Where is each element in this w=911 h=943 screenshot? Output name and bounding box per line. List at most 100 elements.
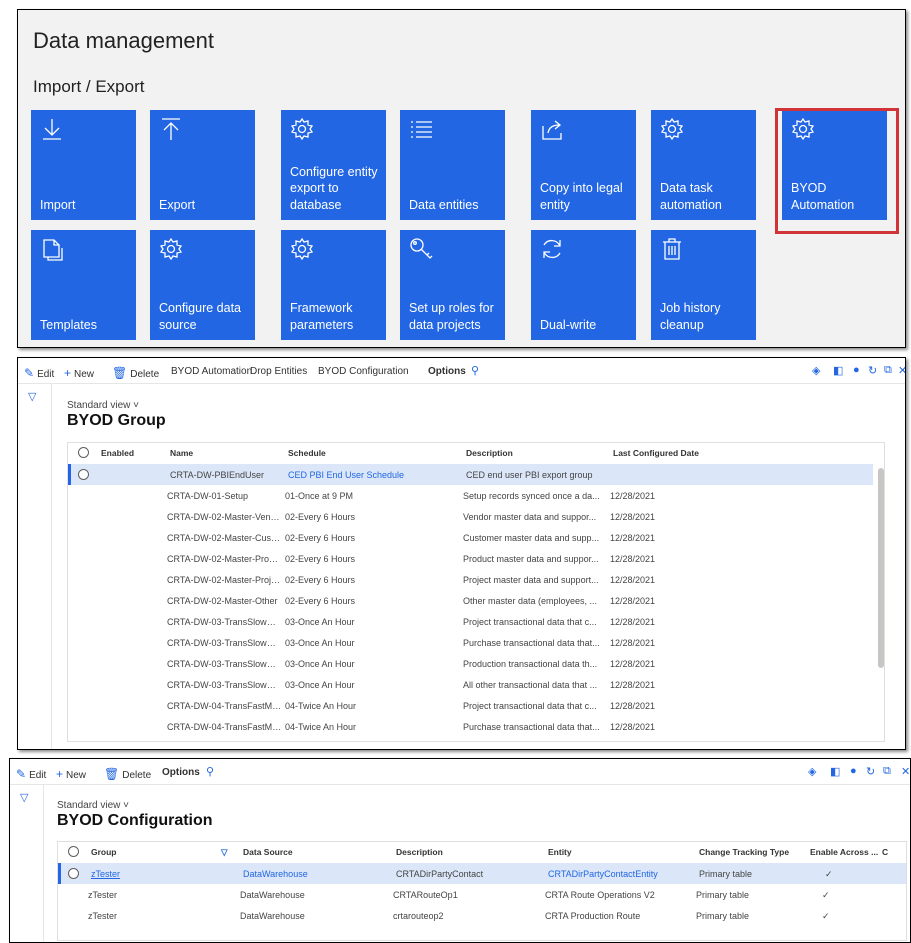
refresh-icon[interactable]: ↻ [866, 765, 875, 778]
tile-job-history-cleanup[interactable]: Job history cleanup [651, 230, 756, 340]
edit-button[interactable]: ✎ Edit [16, 767, 46, 781]
col-change-tracking[interactable]: Change Tracking Type [699, 847, 789, 857]
row-data-source: DataWarehouse [240, 911, 305, 921]
tile-copy-into-legal-entity[interactable]: Copy into legal entity [531, 110, 636, 220]
row-schedule: 02-Every 6 Hours [285, 575, 356, 585]
close-icon[interactable]: ✕ [898, 364, 905, 377]
row-schedule[interactable]: CED PBI End User Schedule [288, 470, 428, 480]
row-description: CED end user PBI export group [466, 470, 593, 480]
table-row[interactable]: CRTA-DW-03-TransSlowMoving...03-Once An … [68, 611, 873, 632]
table-row[interactable]: CRTA-DW-02-Master-Other 02-Every 6 Hours O… [68, 590, 873, 611]
scrollbar[interactable] [878, 468, 884, 668]
download-icon [39, 116, 65, 142]
col-description[interactable]: Description [396, 847, 443, 857]
office-icon[interactable]: ◧ [830, 765, 840, 778]
tile-configure-entity-export[interactable]: Configure entity export to database [281, 110, 386, 220]
view-selector[interactable]: Standard view ˅ [57, 800, 129, 811]
tile-set-up-roles[interactable]: Set up roles for data projects [400, 230, 505, 340]
action-bar: ✎ Edit + New 🗑 Delete BYOD Automation Drop … [18, 358, 905, 384]
table-row[interactable]: CRTA-DW-02-Master-Project 02-Every 6 Hour… [68, 569, 873, 590]
col-schedule[interactable]: Schedule [288, 448, 326, 458]
close-icon[interactable]: ✕ [901, 765, 910, 778]
tile-import[interactable]: Import [31, 110, 136, 220]
tile-export[interactable]: Export [150, 110, 255, 220]
new-button[interactable]: + New [64, 366, 94, 380]
select-all-radio[interactable] [68, 846, 79, 857]
tile-data-task-automation[interactable]: Data task automation [651, 110, 756, 220]
popout-icon[interactable]: ⧉ [883, 765, 891, 778]
col-group[interactable]: Group [91, 847, 117, 857]
byod-configuration-button[interactable]: BYOD Configuration [318, 366, 409, 377]
search-icon[interactable]: ⚲ [206, 765, 214, 778]
row-name: CRTA-DW-04-TransFastMoving-... [167, 701, 282, 711]
col-last-configured[interactable]: Last Configured Date [613, 448, 699, 458]
row-radio[interactable] [78, 469, 89, 480]
table-row[interactable]: CRTA-DW-02-Master-Customer 02-Every 6 Hou… [68, 527, 873, 548]
key-icon [408, 236, 434, 262]
row-group: zTester [88, 911, 118, 921]
new-button[interactable]: + New [56, 767, 86, 781]
sync-icon [539, 236, 565, 262]
select-all-radio[interactable] [78, 447, 89, 458]
table-row[interactable]: CRTA-DW-02-Master-Product 02-Every 6 Hour… [68, 548, 873, 569]
row-name: CRTA-DW-02-Master-Project [167, 575, 282, 585]
filter-icon[interactable]: ▽ [28, 390, 36, 403]
tile-label: Configure entity export to database [290, 164, 378, 212]
table-row[interactable]: CRTA-DW-PBIEndUser CED PBI End User Sched… [68, 464, 873, 485]
row-entity[interactable]: CRTADirPartyContactEntity [548, 869, 693, 879]
office-icon[interactable]: ◧ [833, 364, 843, 377]
row-name: CRTA-DW-02-Master-Vendor [167, 512, 282, 522]
tile-data-entities[interactable]: Data entities [400, 110, 505, 220]
table-row[interactable]: zTester DataWarehouse crtarouteop2 CRTA Pro… [58, 905, 906, 926]
popout-icon[interactable]: ⧉ [884, 364, 892, 377]
row-date: 12/28/2021 [610, 659, 656, 669]
row-data-source: DataWarehouse [240, 890, 305, 900]
tile-dual-write[interactable]: Dual-write [531, 230, 636, 340]
col-extra[interactable]: C [882, 847, 888, 857]
tile-framework-parameters[interactable]: Framework parameters [281, 230, 386, 340]
options-tab[interactable]: Options [162, 767, 200, 778]
table-row[interactable]: CRTA-DW-03-TransSlowMoving...03-Once An … [68, 632, 873, 653]
tile-configure-data-source[interactable]: Configure data source [150, 230, 255, 340]
delete-button[interactable]: 🗑 Delete [112, 366, 159, 380]
table-row[interactable]: CRTA-DW-03-TransSlowMoving...03-Once An … [68, 653, 873, 674]
table-row[interactable]: CRTA-DW-04-TransFastMoving-...04-Twice A… [68, 716, 873, 737]
filter-icon[interactable]: ▽ [20, 791, 28, 804]
col-description[interactable]: Description [466, 448, 513, 458]
table-row[interactable]: CRTA-DW-03-TransSlowMoving...03-Once An … [68, 674, 873, 695]
filter-pane: ▽ [18, 384, 52, 749]
options-tab[interactable]: Options [428, 366, 466, 377]
tile-templates[interactable]: Templates [31, 230, 136, 340]
col-data-source[interactable]: Data Source [243, 847, 293, 857]
delete-button[interactable]: 🗑 Delete [104, 767, 151, 781]
table-row[interactable]: CRTA-DW-04-TransFastMoving-...04-Twice A… [68, 695, 873, 716]
refresh-icon[interactable]: ↻ [868, 364, 877, 377]
gear-icon [158, 236, 184, 262]
byod-config-grid: Group ▽ Data Source Description Entity C… [57, 841, 907, 941]
notification-icon[interactable]: ● [853, 364, 860, 376]
col-name[interactable]: Name [170, 448, 193, 458]
table-row[interactable]: zTester DataWarehouse CRTARouteOp1 CRTA Rou… [58, 884, 906, 905]
col-enable-across[interactable]: Enable Across ... [810, 847, 878, 857]
col-enabled[interactable]: Enabled [101, 448, 134, 458]
row-description: CRTADirPartyContact [396, 869, 484, 879]
notification-icon[interactable]: ● [850, 765, 857, 777]
table-row[interactable]: zTester DataWarehouse CRTADirPartyContact C… [58, 863, 906, 884]
diamond-icon[interactable]: ◈ [808, 765, 816, 778]
row-date: 12/28/2021 [610, 512, 656, 522]
row-date: 12/28/2021 [610, 491, 656, 501]
edit-button[interactable]: ✎ Edit [24, 366, 54, 380]
row-radio[interactable] [68, 868, 79, 879]
grid-header: Enabled Name Schedule Description Last C… [68, 443, 884, 462]
search-icon[interactable]: ⚲ [471, 364, 479, 377]
table-row[interactable]: CRTA-DW-01-Setup 01-Once at 9 PM Setup rec… [68, 485, 873, 506]
view-selector[interactable]: Standard view ˅ [67, 400, 139, 411]
filter-icon[interactable]: ▽ [221, 847, 228, 858]
drop-entities-button[interactable]: Drop Entities [250, 366, 307, 377]
col-entity[interactable]: Entity [548, 847, 572, 857]
row-description: crtarouteop2 [393, 911, 444, 921]
byod-automation-button[interactable]: BYOD Automation [171, 366, 252, 377]
diamond-icon[interactable]: ◈ [812, 364, 820, 377]
table-row[interactable]: CRTA-DW-02-Master-Vendor 02-Every 6 Hours… [68, 506, 873, 527]
row-group[interactable]: zTester [91, 869, 231, 879]
